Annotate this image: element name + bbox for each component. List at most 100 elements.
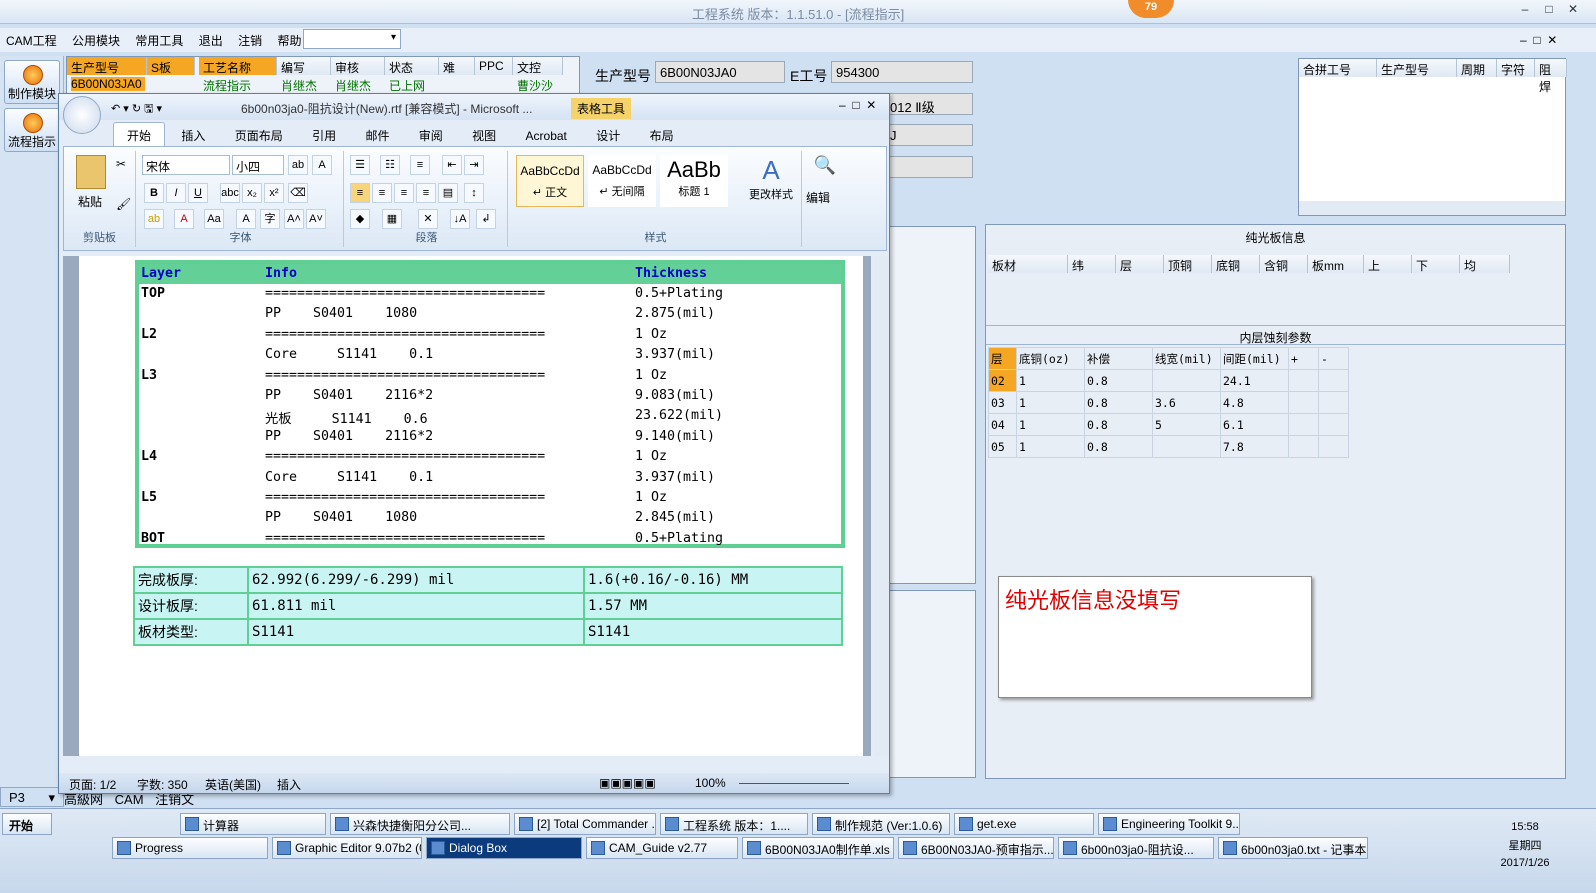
doc-cell[interactable]: 曹沙沙: [517, 77, 553, 94]
etch-cell[interactable]: 1: [1016, 369, 1085, 392]
merge-hscroll[interactable]: [1299, 201, 1565, 215]
tab-home[interactable]: 开始: [113, 122, 166, 148]
office-button-icon[interactable]: [63, 96, 101, 134]
etch-cell[interactable]: 24.1: [1220, 369, 1289, 392]
col-writer[interactable]: 编写: [277, 57, 331, 75]
col-plain-9[interactable]: 均: [1460, 255, 1510, 273]
underline-icon[interactable]: U: [188, 183, 208, 203]
align-center-icon[interactable]: ≡: [372, 183, 392, 203]
etch-cell[interactable]: [1318, 391, 1349, 414]
col-plain-1[interactable]: 纬: [1068, 255, 1116, 273]
word-window-controls[interactable]: – □ ✕: [839, 98, 876, 112]
status-cell[interactable]: 已上网: [389, 77, 425, 94]
taskbar-button[interactable]: 6B00N03JA0制作单.xls ...: [742, 837, 894, 859]
col-ppc[interactable]: PPC: [475, 57, 513, 75]
taskbar-button[interactable]: Dialog Box: [426, 837, 582, 859]
col-etch-comp[interactable]: 补偿: [1084, 347, 1153, 370]
writer-cell[interactable]: 肖继杰: [281, 77, 317, 94]
subscript-icon[interactable]: x₂: [242, 183, 262, 203]
etch-row[interactable]: 02 1 0.8 24.1: [988, 369, 1349, 392]
menu-tools[interactable]: 常用工具: [129, 28, 189, 53]
grow-font-icon[interactable]: A˄: [284, 209, 304, 229]
col-etch-width[interactable]: 线宽(mil): [1152, 347, 1221, 370]
col-doc[interactable]: 文控: [513, 57, 563, 75]
status-mode[interactable]: 插入: [277, 776, 301, 793]
col-plain-5[interactable]: 含铜: [1260, 255, 1308, 273]
menu-logout[interactable]: 注销: [232, 28, 268, 53]
enclose-char-icon[interactable]: 字: [260, 209, 280, 229]
status-page[interactable]: 页面: 1/2: [69, 776, 116, 793]
align-right-icon[interactable]: ≡: [394, 183, 414, 203]
col-plain-3[interactable]: 顶铜: [1164, 255, 1212, 273]
taskbar-button[interactable]: 6b00n03ja0-阻抗设...: [1058, 837, 1214, 859]
format-painter-icon[interactable]: 🖌: [116, 197, 131, 211]
font-color-icon[interactable]: A: [174, 209, 194, 229]
etch-cell[interactable]: 0.8: [1084, 391, 1153, 414]
start-button[interactable]: 开始: [2, 813, 52, 835]
col-model[interactable]: 生产型号: [67, 57, 147, 75]
etch-cell[interactable]: 1: [1016, 435, 1085, 458]
taskbar-button[interactable]: Graphic Editor 9.07b2 (0...: [272, 837, 422, 859]
eno-field[interactable]: 954300: [831, 61, 973, 83]
zoom-slider[interactable]: [739, 783, 849, 784]
etch-cell[interactable]: [1288, 435, 1319, 458]
highlight-icon[interactable]: ab: [144, 209, 164, 229]
superscript-icon[interactable]: x²: [264, 183, 284, 203]
line-spacing-icon[interactable]: ↕: [464, 183, 484, 203]
tab-table-layout[interactable]: 布局: [637, 123, 687, 148]
char-border-icon[interactable]: A: [312, 155, 332, 175]
col-merge-model[interactable]: 生产型号: [1377, 59, 1457, 77]
field-empty[interactable]: [885, 156, 973, 178]
maximize-button[interactable]: □: [1538, 2, 1560, 20]
shrink-font-icon[interactable]: A˅: [306, 209, 326, 229]
style-normal[interactable]: AaBbCcDd ↵ 正文: [516, 155, 584, 207]
taskbar-button[interactable]: Engineering Toolkit 9....: [1098, 813, 1240, 835]
strike-icon[interactable]: abc: [220, 183, 240, 203]
change-styles-button[interactable]: A 更改样式: [746, 155, 796, 225]
tab-review[interactable]: 审阅: [406, 123, 456, 148]
find-icon[interactable]: 🔍: [810, 155, 840, 185]
page-selector[interactable]: P3 ▾: [0, 787, 64, 807]
col-plain-8[interactable]: 下: [1412, 255, 1460, 273]
etch-cell[interactable]: [1318, 435, 1349, 458]
col-review[interactable]: 审核: [331, 57, 385, 75]
distribute-icon[interactable]: ▤: [438, 183, 458, 203]
process-cell[interactable]: 流程指示: [203, 77, 251, 94]
view-buttons-icon[interactable]: ▣▣▣▣▣: [599, 776, 656, 790]
etch-cell[interactable]: 02: [988, 369, 1017, 392]
phonetic-icon[interactable]: ab: [288, 155, 308, 175]
make-module-button[interactable]: 制作模块: [4, 60, 60, 104]
align-left-icon[interactable]: ≡: [350, 183, 370, 203]
etch-cell[interactable]: 4.8: [1220, 391, 1289, 414]
etch-cell[interactable]: [1288, 391, 1319, 414]
etch-cell[interactable]: [1318, 369, 1349, 392]
col-etch-copper[interactable]: 底铜(oz): [1016, 347, 1085, 370]
etch-cell[interactable]: [1152, 369, 1221, 392]
tab-acrobat[interactable]: Acrobat: [513, 125, 580, 147]
tab-logout[interactable]: 注销文: [155, 792, 194, 807]
tab-insert[interactable]: 插入: [168, 123, 218, 148]
toolbar-combo[interactable]: [303, 29, 401, 49]
taskbar-button[interactable]: Progress: [112, 837, 268, 859]
show-marks-icon[interactable]: ↲: [476, 209, 496, 229]
quick-access-icon[interactable]: ↶ ▾ ↻ 🖫 ▾: [111, 100, 162, 119]
etch-cell[interactable]: 05: [988, 435, 1017, 458]
italic-icon[interactable]: I: [166, 183, 186, 203]
sort-icon[interactable]: ↓A: [450, 209, 470, 229]
etch-row[interactable]: 03 1 0.8 3.6 4.8: [988, 391, 1349, 414]
model-field[interactable]: 6B00N03JA0: [655, 61, 785, 83]
size-combo[interactable]: 小四: [232, 155, 284, 175]
etch-row[interactable]: 04 1 0.8 5 6.1: [988, 413, 1349, 436]
justify-icon[interactable]: ≡: [416, 183, 436, 203]
col-plain-7[interactable]: 上: [1364, 255, 1412, 273]
etch-cell[interactable]: [1152, 435, 1221, 458]
style-heading1[interactable]: AaBb 标题 1: [660, 155, 728, 207]
decrease-indent-icon[interactable]: ⇤: [442, 155, 462, 175]
taskbar-button[interactable]: 制作规范 (Ver:1.0.6): [812, 813, 950, 835]
etch-cell[interactable]: 1: [1016, 413, 1085, 436]
col-merge-char[interactable]: 字符: [1497, 59, 1535, 77]
etch-cell[interactable]: 0.8: [1084, 413, 1153, 436]
menu-exit[interactable]: 退出: [193, 28, 229, 53]
etch-cell[interactable]: [1288, 413, 1319, 436]
borders-icon[interactable]: ▦: [382, 209, 402, 229]
